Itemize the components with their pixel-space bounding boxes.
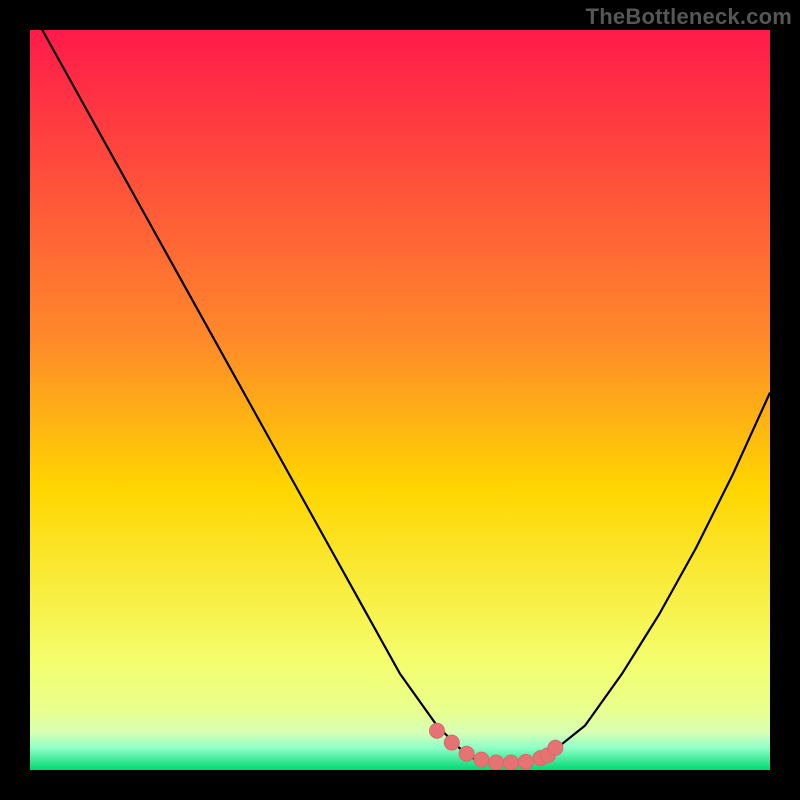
marker-dot	[504, 755, 519, 770]
bottleneck-chart	[30, 30, 770, 770]
marker-dot	[518, 754, 533, 769]
gradient-background	[30, 30, 770, 770]
attribution-label: TheBottleneck.com	[586, 4, 792, 30]
marker-dot	[489, 755, 504, 770]
chart-frame: TheBottleneck.com	[0, 0, 800, 800]
marker-dot	[548, 740, 563, 755]
marker-dot	[430, 723, 445, 738]
marker-dot	[444, 735, 459, 750]
marker-dot	[459, 746, 474, 761]
marker-dot	[474, 752, 489, 767]
plot-area	[30, 30, 770, 770]
